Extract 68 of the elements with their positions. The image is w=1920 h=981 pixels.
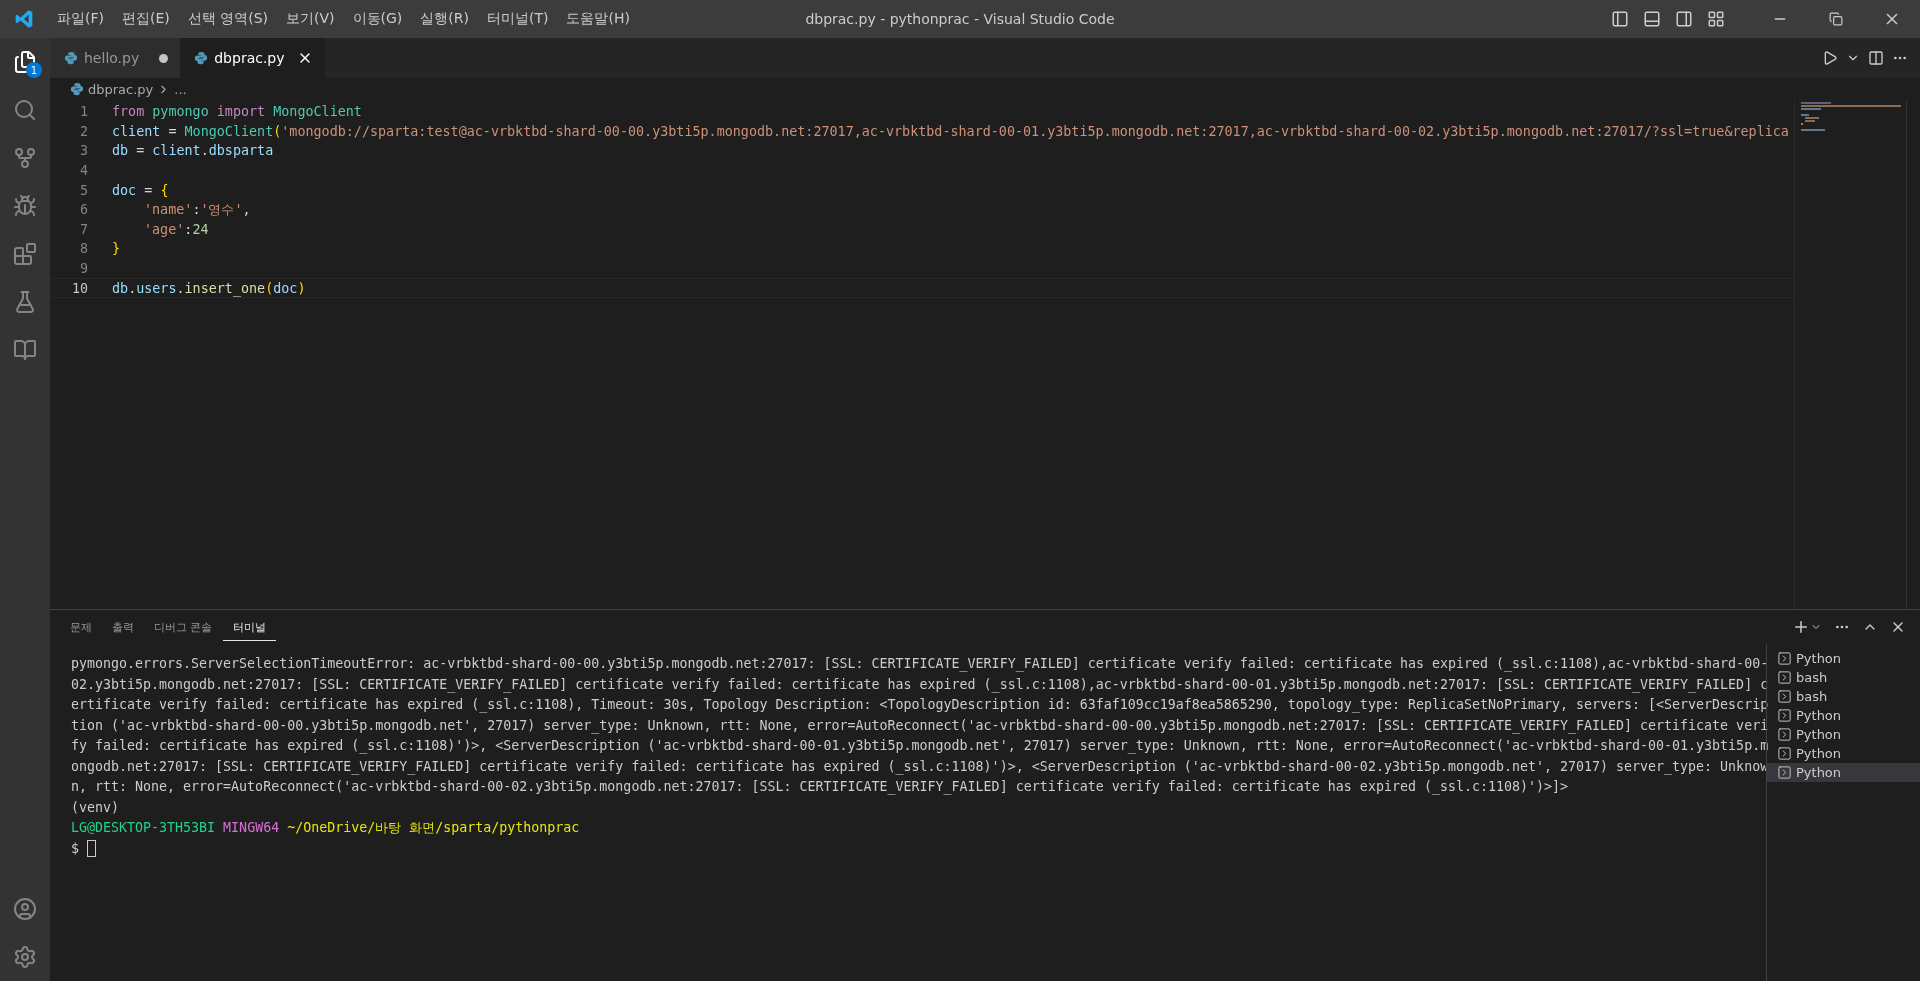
terminal-list-item[interactable]: Python (1767, 649, 1920, 668)
terminal-icon (1777, 708, 1792, 723)
panel-tab[interactable]: 디버그 콘솔 (144, 613, 223, 641)
code-text: } (112, 241, 121, 257)
panel-tab[interactable]: 출력 (102, 613, 144, 641)
python-file-icon (194, 51, 209, 65)
tab-label: dbprac.py (214, 50, 285, 66)
terminal-icon (1777, 727, 1792, 742)
app-logo-icon (14, 9, 34, 29)
line-number: 10 (70, 280, 88, 296)
editor-tab[interactable]: dbprac.py (180, 38, 325, 78)
new-terminal-icon[interactable] (1792, 618, 1810, 636)
menu-item[interactable]: 보기(V) (277, 10, 344, 28)
code-text: doc = { (112, 182, 169, 198)
split-editor-icon[interactable] (1868, 50, 1884, 66)
menu-item[interactable]: 편집(E) (113, 10, 179, 28)
terminal-list-item[interactable]: bash (1767, 687, 1920, 706)
menu-item[interactable]: 이동(G) (343, 10, 412, 28)
code-text: 'name':'영수', (144, 200, 251, 219)
terminal-icon (1777, 651, 1792, 666)
terminal-icon (1777, 746, 1792, 761)
terminal-list-item[interactable]: Python (1767, 744, 1920, 763)
code-text: 'age':24 (144, 221, 209, 237)
terminal-output: (venv) (71, 798, 120, 817)
breadcrumb-item[interactable]: ... (174, 81, 187, 97)
terminal-icon (1777, 689, 1792, 704)
unsaved-dot (159, 53, 169, 63)
terminal-list-item[interactable]: bash (1767, 668, 1920, 687)
line-number: 8 (78, 241, 88, 257)
menu-item[interactable]: 터미널(T) (478, 10, 558, 28)
menu-item[interactable]: 선택 영역(S) (178, 10, 278, 28)
line-number: 3 (78, 143, 88, 159)
line-number: 6 (78, 202, 88, 218)
window-title: dbprac.py - pythonprac - Visual Studio Code (805, 11, 1115, 27)
prompt-text: LG@DESKTOP-3TH53BI (71, 819, 216, 837)
code-text: client = MongoClient('mongodb://sparta:test@ac-vrbktbd-shard-00-00.y3bti5p.mongodb.net:27017,ac-vrbktbd-shard-00-01.y3bti5p.mongodb.net:27017,ac-vrbktbd-shard-00-02.y3bti5p.mongodb.net:27017/?ssl=true&replica (112, 123, 1789, 139)
line-number: 7 (78, 221, 88, 237)
code-text: from pymongo import MongoClient (112, 104, 362, 120)
python-file-icon (70, 82, 84, 96)
tab-label: hello.py (84, 50, 140, 66)
prompt-text: ~/OneDrive/바탕 화면/sparta/pythonprac (287, 819, 580, 837)
terminal-cursor (87, 840, 96, 858)
code-text: db = client.dbsparta (112, 143, 274, 159)
restore-icon[interactable] (1829, 12, 1843, 26)
menu-item[interactable]: 파일(F) (48, 10, 113, 28)
terminal-icon (1777, 670, 1792, 685)
line-number: 5 (78, 182, 88, 198)
python-file-icon (64, 51, 78, 65)
terminal-list-item[interactable]: Python (1767, 725, 1920, 744)
terminal-list-item[interactable]: Python (1767, 763, 1920, 782)
menu-item[interactable]: 도움말(H) (557, 10, 639, 28)
panel-tab[interactable]: 문제 (60, 613, 102, 641)
breadcrumb-item[interactable]: dbprac.py (88, 81, 154, 97)
line-number: 1 (78, 104, 88, 120)
line-number: 9 (78, 261, 88, 277)
menu-item[interactable]: 실행(R) (411, 10, 478, 28)
terminal-list-item[interactable]: Python (1767, 706, 1920, 725)
code-text: db.users.insert_one(doc) (112, 280, 306, 296)
terminal-icon (1777, 765, 1792, 780)
line-number: 2 (78, 123, 88, 139)
files-icon[interactable] (13, 50, 37, 74)
prompt-symbol: $ (71, 839, 79, 858)
prompt-text: MINGW64 (223, 819, 280, 837)
panel-tab[interactable]: 터미널 (222, 613, 276, 641)
explorer-badge: 1 (26, 62, 42, 78)
line-number: 4 (78, 163, 88, 179)
run-icon[interactable] (1822, 50, 1838, 66)
editor-tab[interactable]: hello.py (50, 38, 181, 78)
